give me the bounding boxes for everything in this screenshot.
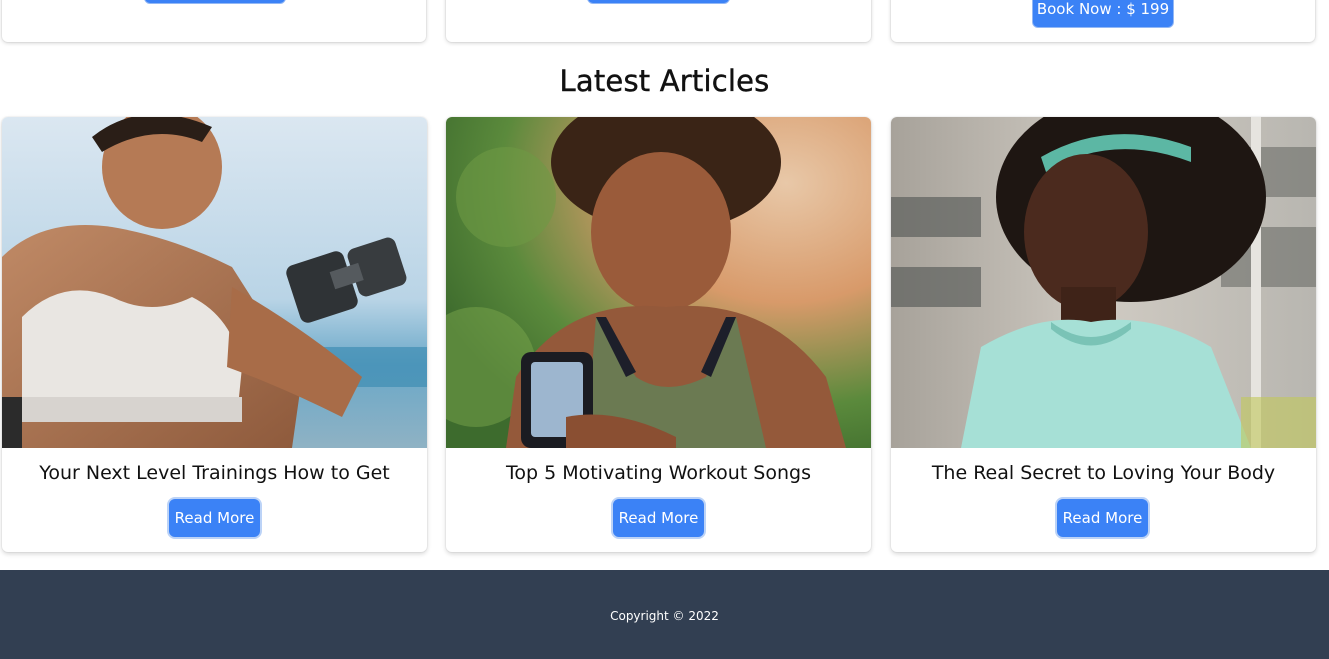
copyright-text: Copyright © 2022: [610, 608, 719, 623]
top-card-2: [446, 0, 871, 42]
article-title[interactable]: Top 5 Motivating Workout Songs: [446, 462, 871, 484]
read-more-button[interactable]: Read More: [1055, 497, 1150, 539]
article-image-body-positivity[interactable]: [891, 117, 1316, 448]
article-image-workout-music[interactable]: [446, 117, 871, 448]
latest-articles-heading: Latest Articles: [559, 64, 770, 98]
read-more-button[interactable]: Read More: [167, 497, 262, 539]
article-title[interactable]: Your Next Level Trainings How to Get: [2, 462, 427, 484]
article-2-photo: [446, 117, 871, 448]
book-now-button-3[interactable]: Book Now : $ 199: [1032, 0, 1174, 28]
article-3-photo: [891, 117, 1316, 448]
article-card: Top 5 Motivating Workout Songs Read More: [446, 117, 871, 552]
article-image-dumbbell-workout[interactable]: [2, 117, 427, 448]
top-card-1: [2, 0, 426, 42]
footer: Copyright © 2022: [0, 570, 1329, 659]
article-card: The Real Secret to Loving Your Body Read…: [891, 117, 1316, 552]
article-card: Your Next Level Trainings How to Get Rea…: [2, 117, 427, 552]
article-1-photo: [2, 117, 427, 448]
book-now-button-2[interactable]: [587, 0, 730, 4]
top-card-3: Book Now : $ 199: [891, 0, 1315, 42]
page: Book Now : $ 199 Latest Articles Your Ne…: [0, 0, 1329, 659]
article-title[interactable]: The Real Secret to Loving Your Body: [891, 462, 1316, 484]
read-more-button[interactable]: Read More: [611, 497, 706, 539]
book-now-button-1[interactable]: [144, 0, 286, 4]
